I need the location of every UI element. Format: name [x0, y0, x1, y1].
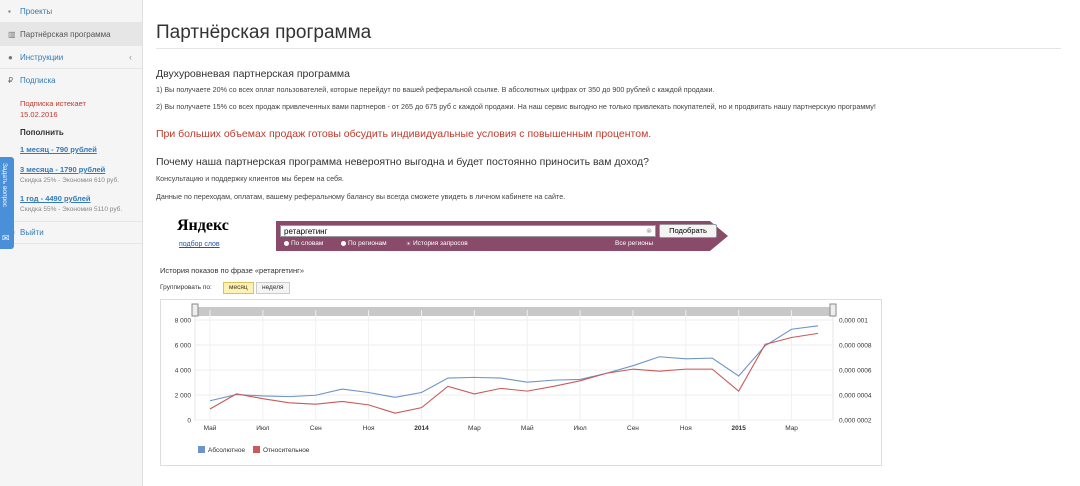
search-input[interactable]: ретаргетинг ⊗	[280, 225, 656, 237]
section-title-why: Почему наша партнерская программа неверо…	[156, 156, 649, 168]
yandex-logo: Яндекс	[177, 217, 229, 235]
range-handle-left	[191, 303, 199, 317]
sidebar: ▪ Проекты ▥ Партнёрская программа ● Инст…	[0, 0, 143, 486]
plan-3-months-link[interactable]: 3 месяца - 1790 рублей	[20, 164, 142, 175]
yandex-logo-sub[interactable]: подбор слов	[179, 241, 220, 248]
regions-link[interactable]: Все регионы	[615, 240, 653, 247]
sidebar-item-partner[interactable]: ▥ Партнёрская программа	[0, 23, 142, 46]
sidebar-item-label: Проекты	[20, 6, 53, 16]
plan-1-month-link[interactable]: 1 месяц - 790 рублей	[20, 144, 142, 155]
radio-label: По регионам	[348, 240, 387, 247]
topup-label: Пополнить	[20, 128, 64, 137]
x-tick-label: Ноя	[680, 425, 692, 432]
yandex-logo-text: Яндекс	[177, 217, 229, 234]
range-scroller	[195, 307, 833, 316]
search-query: ретаргетинг	[284, 227, 328, 236]
radio-dot-selected-icon	[406, 240, 411, 246]
x-tick-label: 2015	[731, 425, 746, 432]
y-right-tick-label: 0,000 0004	[839, 393, 872, 400]
paragraph-rule-2: 2) Вы получаете 15% со всех продаж привл…	[156, 102, 876, 111]
sidebar-item-subscription[interactable]: ₽ Подписка	[0, 69, 142, 92]
ruble-icon: ₽	[8, 76, 14, 85]
legend-label: Абсолютное	[208, 446, 245, 454]
radio-label: История запросов	[413, 240, 468, 247]
sidebar-item-label: Партнёрская программа	[20, 29, 111, 39]
chevron-left-icon: ‹	[129, 52, 132, 62]
sidebar-item-label: Инструкции	[20, 52, 64, 62]
x-tick-label: Сен	[627, 425, 639, 432]
legend-label: Относительное	[263, 447, 310, 454]
y-left-tick-label: 2 000	[175, 393, 192, 400]
legend-swatch	[198, 446, 205, 453]
y-left-tick-label: 6 000	[175, 343, 192, 350]
individual-terms-note: При больших объемах продаж готовы обсуди…	[156, 128, 652, 140]
y-left-tick-label: 8 000	[175, 318, 192, 325]
plan-3-months-note: Скидка 25% - Экономия 610 руб.	[20, 177, 120, 184]
x-tick-label: Май	[204, 424, 217, 432]
feedback-tab-label: Задать вопрос	[1, 163, 8, 207]
search-button[interactable]: Подобрать	[659, 224, 717, 238]
x-tick-label: Июл	[256, 425, 269, 432]
x-tick-label: Мар	[468, 425, 481, 432]
sidebar-item-label: Подписка	[20, 76, 56, 85]
radio-by-words[interactable]: По словам	[284, 240, 323, 247]
radio-dot-icon	[341, 240, 346, 246]
history-title: История показов по фразе «ретаргетинг»	[160, 266, 305, 275]
clear-icon[interactable]: ⊗	[646, 226, 652, 237]
radio-dot-icon	[284, 240, 289, 246]
subscription-expire-label: Подписка истекает	[20, 99, 86, 108]
plan-1-year-link[interactable]: 1 год - 4490 рублей	[20, 193, 142, 204]
x-tick-label: 2014	[414, 425, 429, 432]
chart-container: 8 000 6 000 4 000 2 000 0 0,000 001 0,000 0008…	[160, 299, 882, 466]
feedback-tab[interactable]: Задать вопрос ✉	[0, 157, 14, 249]
subscription-expire-date: 15.02.2016	[20, 110, 58, 119]
y-left-tick-label: 0	[187, 418, 191, 425]
group-week-button[interactable]: неделя	[256, 282, 290, 294]
x-tick-label: Мар	[785, 425, 798, 432]
title-divider	[156, 48, 1061, 49]
radio-by-regions[interactable]: По регионам	[341, 240, 387, 247]
y-right-tick-label: 0,000 001	[839, 318, 868, 325]
plot-area	[194, 309, 834, 421]
sidebar-item-projects[interactable]: ▪ Проекты	[0, 0, 142, 23]
section-title-two-level: Двухуровневая партнерская программа	[156, 68, 350, 80]
radio-history[interactable]: История запросов	[406, 240, 468, 247]
x-tick-label: Сен	[310, 425, 322, 432]
y-right-tick-label: 0,000 0002	[839, 418, 872, 425]
x-tick-label: Ноя	[363, 425, 375, 432]
main-content: Партнёрская программа Двухуровневая парт…	[143, 0, 1080, 486]
x-tick-label: Май	[521, 424, 534, 432]
y-right-tick-label: 0,000 0008	[839, 343, 872, 350]
y-left-tick-label: 4 000	[175, 368, 192, 375]
subscription-panel: Подписка истекает 15.02.2016 Пополнить 1…	[0, 92, 142, 221]
sidebar-item-logout[interactable]: ⇥ Выйти	[0, 221, 142, 244]
paragraph-rule-1: 1) Вы получаете 20% со всех оплат пользо…	[156, 85, 715, 94]
history-chart: 8 000 6 000 4 000 2 000 0 0,000 001 0,000 0008…	[175, 303, 872, 454]
mail-icon: ✉	[2, 233, 10, 243]
bar-chart-icon: ▥	[8, 29, 16, 39]
x-tick-label: Июл	[573, 425, 586, 432]
folder-icon: ▪	[8, 6, 11, 16]
info-icon: ●	[8, 52, 13, 62]
radio-label: По словам	[291, 240, 324, 247]
group-month-button[interactable]: месяц	[223, 282, 254, 294]
page-title: Партнёрская программа	[156, 22, 372, 43]
sidebar-item-instructions[interactable]: ● Инструкции ‹	[0, 46, 142, 69]
group-by-label: Группировать по:	[160, 284, 212, 291]
plan-1-year-note: Скидка 55% - Экономия 5110 руб.	[20, 206, 123, 213]
sidebar-item-label: Выйти	[20, 228, 44, 237]
range-handle-right	[829, 303, 837, 317]
paragraph-support: Консультацию и поддержку клиентов мы бер…	[156, 174, 344, 183]
y-right-tick-label: 0,000 0006	[839, 368, 872, 375]
legend-swatch	[253, 446, 260, 453]
paragraph-stats: Данные по переходам, оплатам, вашему реф…	[156, 192, 566, 201]
